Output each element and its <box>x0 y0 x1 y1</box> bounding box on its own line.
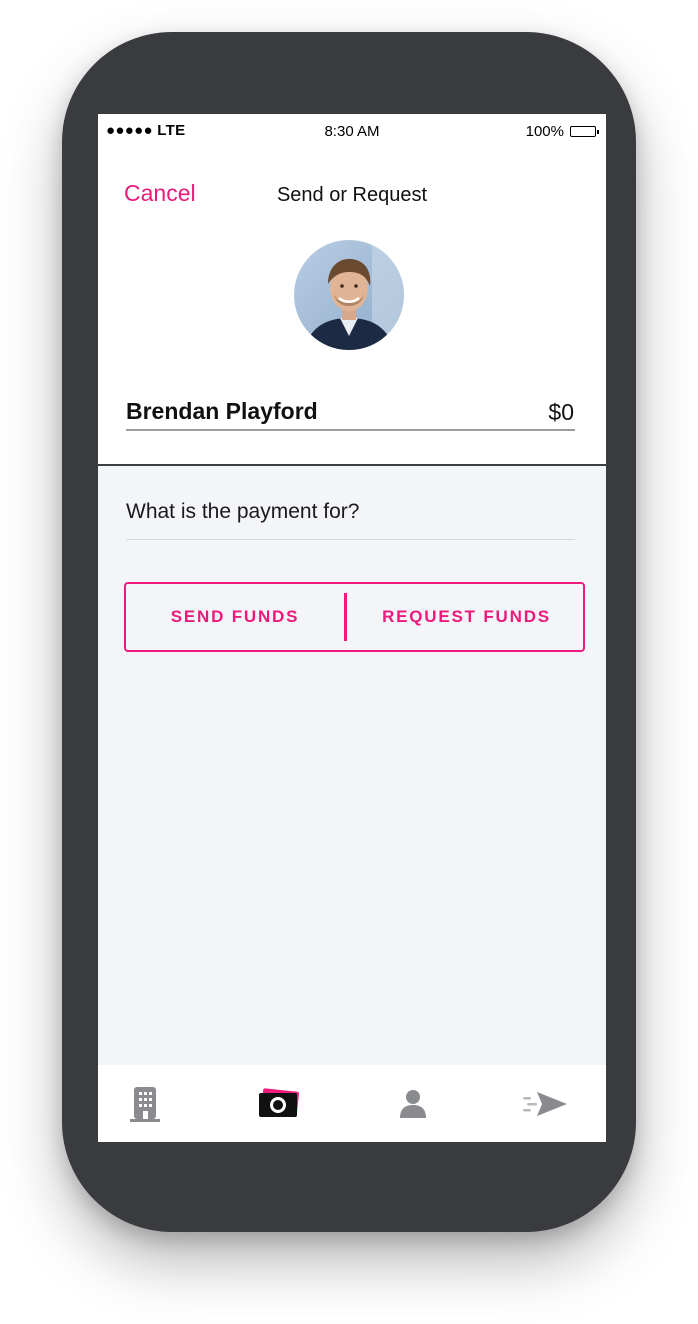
request-funds-button[interactable]: REQUEST FUNDS <box>348 584 585 650</box>
recipient-name: Brendan Playford <box>126 398 318 424</box>
recipient-card: Cancel Send or Request Brendan Playford … <box>98 148 606 466</box>
tab-cash[interactable] <box>251 1079 307 1129</box>
memo-underline <box>126 539 575 540</box>
page-title: Send or Request <box>276 184 428 206</box>
battery-status: 100% <box>525 123 599 140</box>
tab-bar <box>98 1065 606 1142</box>
battery-icon <box>570 126 599 137</box>
paper-plane-icon <box>523 1092 567 1116</box>
button-divider <box>344 593 347 641</box>
action-button-group: SEND FUNDS REQUEST FUNDS <box>124 582 585 652</box>
status-bar: ●●●●● LTE 8:30 AM 100% <box>98 114 606 148</box>
tab-send[interactable] <box>517 1079 573 1129</box>
tab-profile[interactable] <box>385 1079 441 1129</box>
app-screen: ●●●●● LTE 8:30 AM 100% Cancel Send or Re… <box>98 114 606 1142</box>
tab-building[interactable] <box>117 1079 173 1129</box>
person-icon <box>400 1090 426 1118</box>
battery-percent: 100% <box>525 123 564 140</box>
cash-icon <box>259 1088 299 1117</box>
send-funds-button[interactable]: SEND FUNDS <box>126 584 344 650</box>
divider <box>126 429 575 431</box>
avatar <box>294 240 404 350</box>
building-icon <box>130 1087 160 1122</box>
payment-memo-input[interactable]: What is the payment for? <box>126 500 359 524</box>
amount-field[interactable]: $0 <box>548 399 574 426</box>
